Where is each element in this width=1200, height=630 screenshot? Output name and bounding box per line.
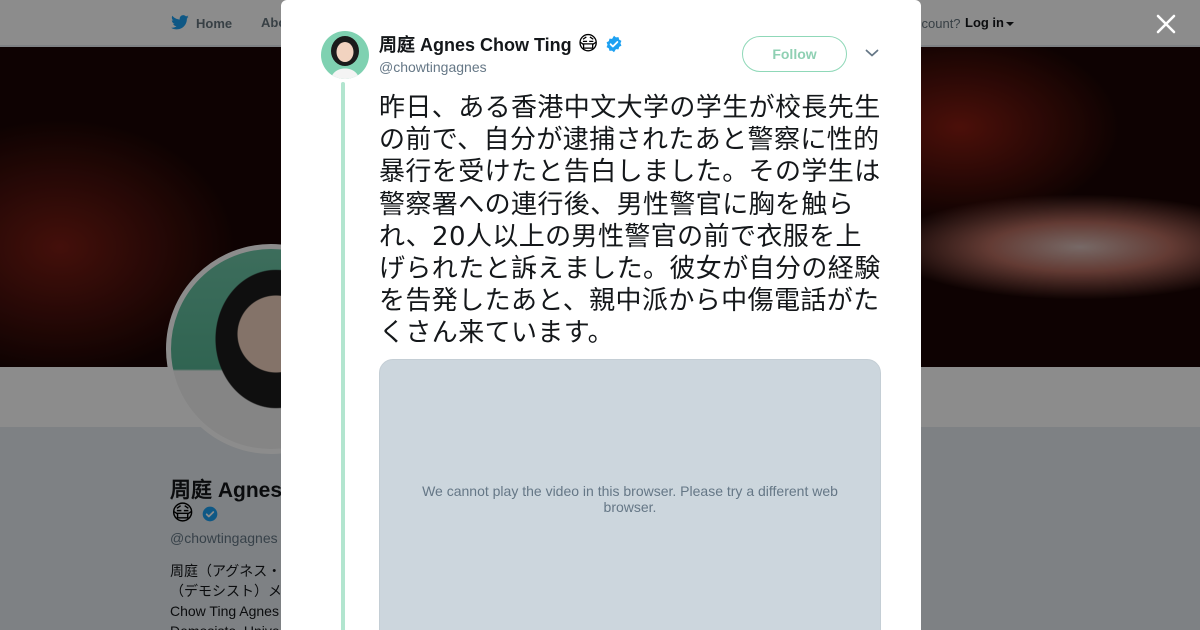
mask-emoji-icon: 😷 (577, 33, 599, 55)
avatar-image (321, 31, 369, 79)
video-unsupported-message: We cannot play the video in this browser… (422, 483, 838, 515)
tweet-modal: 周庭 Agnes Chow Ting 😷 @chowtingagnes Foll… (281, 0, 921, 630)
author-avatar[interactable] (321, 31, 369, 79)
close-icon[interactable] (1154, 12, 1178, 36)
tweet-text: 昨日、ある香港中文大学の学生が校長先生の前で、自分が逮捕されたあと警察に性的暴行… (379, 93, 881, 349)
follow-button[interactable]: Follow (742, 36, 847, 72)
video-player[interactable]: We cannot play the video in this browser… (379, 359, 881, 630)
author-name-row[interactable]: 周庭 Agnes Chow Ting 😷 (379, 31, 623, 57)
verified-badge-icon (606, 35, 621, 53)
author-handle[interactable]: @chowtingagnes (379, 59, 487, 75)
author-name: 周庭 Agnes Chow Ting (379, 35, 572, 55)
thread-line (341, 82, 345, 630)
chevron-down-icon[interactable] (865, 48, 879, 58)
